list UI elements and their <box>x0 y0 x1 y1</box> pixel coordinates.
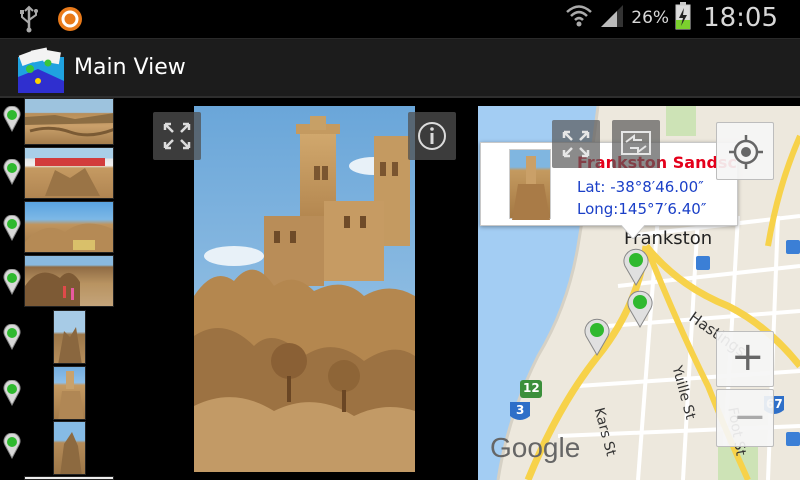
map-view[interactable]: Frankston Hastings Kars St Yuille St Foo… <box>478 106 800 480</box>
map-pin-icon <box>3 158 21 186</box>
wifi-icon <box>565 3 593 33</box>
sand-sculpture-7[interactable] <box>53 421 86 475</box>
map-pin-icon <box>3 323 21 351</box>
photo-viewer[interactable] <box>118 98 472 480</box>
route-label-12: 12 <box>523 381 540 395</box>
zoom-in-button[interactable]: + <box>716 331 774 387</box>
status-bar: 26% 18:05 <box>0 0 800 38</box>
battery-charging-icon <box>675 2 691 34</box>
map-pin-icon <box>3 214 21 242</box>
list-item[interactable] <box>0 201 118 253</box>
route-label-3: 3 <box>516 403 525 417</box>
fullscreen-icon <box>153 122 201 164</box>
sand-sculpture-2[interactable] <box>24 147 114 199</box>
usb-icon <box>18 5 40 37</box>
google-logo: Google <box>490 432 581 463</box>
map-marker[interactable] <box>625 288 655 332</box>
list-item[interactable] <box>0 98 118 145</box>
map-marker[interactable] <box>621 246 651 290</box>
thumbnail-strip[interactable] <box>0 98 118 480</box>
sand-sculpture-3[interactable] <box>24 201 114 253</box>
info-button[interactable] <box>408 112 456 160</box>
info-window-lat: Lat: -38°8′46.00″ <box>577 178 704 196</box>
zoom-in-label: + <box>731 334 765 380</box>
map-info-window[interactable]: Frankston Sandsculptu... Lat: -38°8′46.0… <box>480 142 738 239</box>
clock: 18:05 <box>703 3 778 33</box>
battery-percent: 26% <box>631 8 670 28</box>
map-pin-icon <box>3 105 21 133</box>
zoom-out-label: − <box>733 394 767 440</box>
map-fullscreen-button[interactable] <box>552 120 600 168</box>
sand-sculpture-partial[interactable] <box>24 476 114 480</box>
fullscreen-icon <box>552 130 600 172</box>
zoom-out-button[interactable]: − <box>716 389 774 447</box>
my-location-button[interactable] <box>716 122 774 180</box>
sand-sculpture-6[interactable] <box>53 366 86 420</box>
fullscreen-button[interactable] <box>153 112 201 160</box>
info-window-long: Long:145°7′6.40″ <box>577 200 707 218</box>
app-photo-map-icon[interactable] <box>18 47 68 93</box>
swap-view-icon <box>612 131 660 172</box>
map-pin-icon <box>3 432 21 460</box>
info-window-thumbnail[interactable] <box>509 149 551 220</box>
sand-sculpture-5[interactable] <box>53 310 86 364</box>
list-item[interactable] <box>0 147 118 199</box>
list-item[interactable] <box>0 310 118 364</box>
avast-icon <box>56 5 84 37</box>
action-bar: Main View <box>0 38 800 98</box>
list-item[interactable] <box>0 421 118 475</box>
map-pin-icon <box>3 379 21 407</box>
list-item[interactable] <box>0 255 118 307</box>
map-marker[interactable] <box>582 316 612 360</box>
info-icon <box>408 122 456 164</box>
map-swap-view-button[interactable] <box>612 120 660 168</box>
crosshair-icon <box>717 135 775 185</box>
map-pin-icon <box>3 268 21 296</box>
list-item[interactable] <box>0 366 118 420</box>
signal-icon <box>599 3 625 33</box>
sand-sculpture-4[interactable] <box>24 255 114 307</box>
main-photo[interactable] <box>194 106 415 472</box>
page-title: Main View <box>74 55 186 80</box>
sand-sculpture-1[interactable] <box>24 98 114 145</box>
